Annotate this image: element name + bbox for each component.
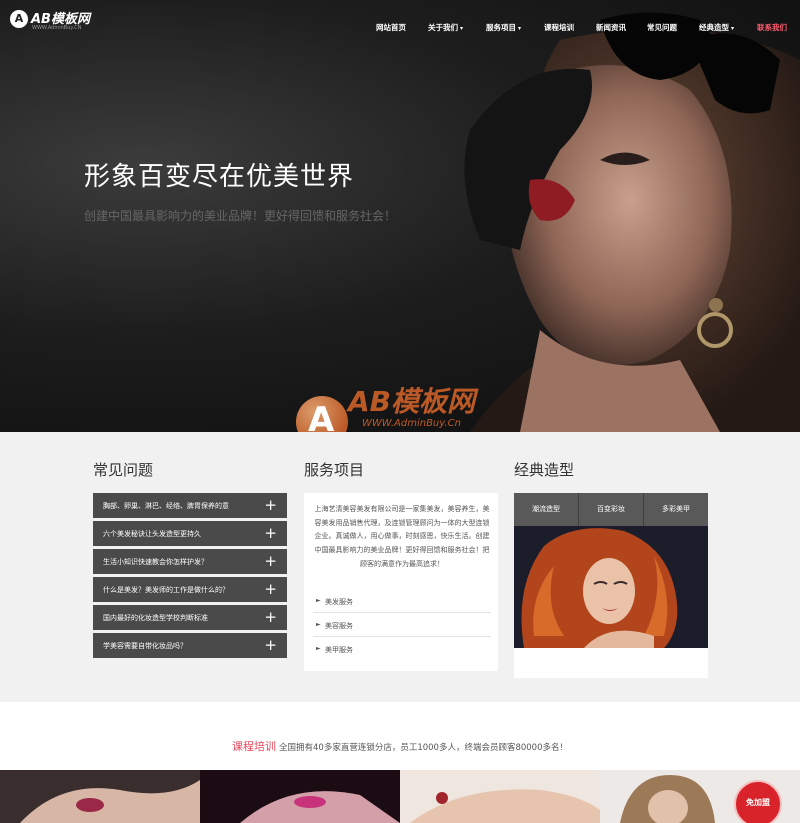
faq-title: 常见问题	[93, 461, 154, 479]
services-description: 上海艺清美容美发有限公司是一家集美发，美容养生，美容美发用品销售代理，及连锁管理…	[314, 505, 490, 568]
classic-tabs: 潮流造型 百变彩妆 多彩美甲	[514, 493, 708, 526]
faq-item[interactable]: 生活小知识快速教会你怎样护发？ +	[93, 549, 287, 574]
nav-item-services[interactable]: 服务项目 ▾	[486, 22, 544, 33]
plus-icon: +	[264, 580, 277, 598]
nav-item-faq[interactable]: 常见问题	[647, 22, 699, 33]
course-title[interactable]: 课程培训	[232, 740, 276, 753]
tab-trend-styling[interactable]: 潮流造型	[514, 493, 579, 526]
watermark-mark: A	[308, 400, 335, 432]
arrow-right-icon: ►	[316, 597, 321, 604]
service-link[interactable]: ► 美甲服务	[313, 637, 491, 661]
classic-title: 经典造型	[514, 461, 575, 479]
chevron-down-icon: ▾	[731, 25, 735, 32]
chevron-down-icon: ▾	[518, 25, 522, 32]
plus-icon: +	[264, 496, 277, 514]
classic-card: 潮流造型 百变彩妆 多彩美甲	[514, 493, 708, 678]
classic-style-image[interactable]	[514, 526, 708, 648]
faq-list: 胸部、卵巢、淋巴、经络、脾胃保养的意 + 六个美发秘诀让头发造型更持久 + 生活小知…	[93, 493, 287, 661]
main-nav: A AB模板网 WWW.AdminBuy.CN 网站首页 关于我们 ▾ 服务项目 ▾…	[0, 0, 800, 54]
course-intro: 课程培训 全国拥有40多家直营连锁分店，员工1000多人，终端会员顾客80000多…	[0, 735, 800, 754]
watermark-text: AB模板网	[348, 385, 476, 418]
nav-item-contact[interactable]: 联系我们	[757, 22, 797, 33]
plus-icon: +	[264, 552, 277, 570]
faq-item[interactable]: 国内最好的化妆造型学校判断标准 +	[93, 605, 287, 630]
course-image[interactable]	[0, 770, 200, 823]
hero-banner: A AB模板网 WWW.AdminBuy.CN 网站首页 关于我们 ▾ 服务项目 ▾…	[0, 0, 800, 432]
nav-item-home[interactable]: 网站首页	[376, 22, 428, 33]
course-image[interactable]	[200, 770, 400, 823]
faq-item[interactable]: 胸部、卵巢、淋巴、经络、脾胃保养的意 +	[93, 493, 287, 518]
nav-item-courses[interactable]: 课程培训	[544, 22, 596, 33]
nav-menu: 网站首页 关于我们 ▾ 服务项目 ▾ 课程培训 新闻资讯 常见问题 经典造型 ▾ 联系…	[376, 22, 797, 33]
tab-nails[interactable]: 多彩美甲	[644, 493, 708, 526]
watermark-url: WWW.AdminBuy.Cn	[362, 418, 461, 429]
service-link[interactable]: ► 美容服务	[313, 613, 491, 637]
course-image-strip	[0, 770, 800, 823]
arrow-right-icon: ►	[316, 621, 321, 628]
nav-item-classic[interactable]: 经典造型 ▾	[699, 22, 757, 33]
nav-item-news[interactable]: 新闻资讯	[596, 22, 647, 33]
service-link[interactable]: ► 美发服务	[313, 589, 491, 613]
tab-makeup[interactable]: 百变彩妆	[579, 493, 644, 526]
chevron-down-icon: ▾	[460, 25, 464, 32]
faq-item[interactable]: 什么是美发？美发师的工作是做什么的？ +	[93, 577, 287, 602]
plus-icon: +	[264, 636, 277, 654]
arrow-right-icon: ►	[316, 645, 321, 652]
free-join-button[interactable]: 免加盟	[734, 780, 782, 823]
plus-icon: +	[264, 524, 277, 542]
course-image[interactable]	[400, 770, 600, 823]
hero-title: 形象百变尽在优美世界	[84, 162, 355, 192]
logo-mark-icon: A	[10, 10, 28, 28]
faq-item[interactable]: 学美容需要自带化妆品吗？ +	[93, 633, 287, 658]
logo-subtext: WWW.AdminBuy.CN	[32, 25, 82, 31]
faq-item[interactable]: 六个美发秘诀让头发造型更持久 +	[93, 521, 287, 546]
services-card: 上海艺清美容美发有限公司是一家集美发，美容养生，美容美发用品销售代理，及连锁管理…	[304, 493, 498, 671]
course-text: 全国拥有40多家直营连锁分店，员工1000多人，终端会员顾客80000多名！	[279, 743, 568, 753]
hero-subtitle: 创建中国最具影响力的美业品牌！更好得回馈和服务社会！	[84, 209, 397, 223]
plus-icon: +	[264, 608, 277, 626]
nav-item-about[interactable]: 关于我们 ▾	[428, 22, 486, 33]
services-title: 服务项目	[304, 461, 365, 479]
